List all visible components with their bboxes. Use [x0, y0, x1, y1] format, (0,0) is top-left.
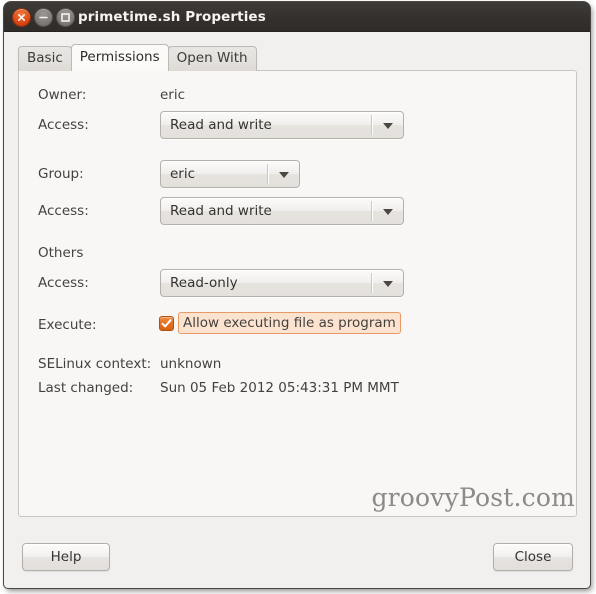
dropdown-separator [371, 273, 373, 293]
owner-value: eric [160, 87, 186, 103]
last-changed-value: Sun 05 Feb 2012 05:43:31 PM MMT [160, 380, 399, 396]
group-access-dropdown-value: Read and write [170, 203, 272, 219]
permissions-panel: Owner: eric Access: Read and write Group… [18, 70, 577, 517]
checkmark-icon [161, 319, 172, 328]
chevron-down-icon [383, 209, 393, 215]
selinux-context-label: SELinux context: [38, 356, 152, 372]
dropdown-separator [267, 164, 269, 184]
close-window-button[interactable] [13, 9, 30, 26]
group-label: Group: [38, 166, 84, 182]
last-changed-label: Last changed: [38, 380, 134, 396]
minimize-window-button[interactable] [35, 9, 52, 26]
owner-access-dropdown[interactable]: Read and write [160, 111, 404, 139]
group-dropdown[interactable]: eric [160, 160, 300, 188]
tab-open-with[interactable]: Open With [167, 46, 257, 71]
owner-access-label: Access: [38, 117, 89, 133]
close-icon [18, 14, 25, 21]
others-access-dropdown-value: Read-only [170, 275, 238, 291]
maximize-icon [61, 13, 70, 22]
others-label: Others [38, 245, 84, 261]
execute-checkbox[interactable] [159, 316, 174, 331]
tab-basic[interactable]: Basic [18, 46, 72, 71]
execute-checkbox-label[interactable]: Allow executing file as program [178, 312, 401, 334]
group-dropdown-value: eric [170, 166, 196, 182]
title-bar[interactable]: primetime.sh Properties [4, 2, 590, 32]
close-dialog-button[interactable]: Close [493, 543, 573, 571]
watermark: groovyPost.com [371, 483, 575, 512]
chevron-down-icon [383, 281, 393, 287]
dropdown-separator [371, 201, 373, 221]
tab-strip: Basic Permissions Open With [18, 44, 257, 71]
chevron-down-icon [279, 172, 289, 178]
maximize-window-button[interactable] [57, 9, 74, 26]
owner-label: Owner: [38, 87, 87, 103]
minimize-icon [39, 16, 48, 19]
help-button[interactable]: Help [22, 543, 110, 571]
tab-permissions[interactable]: Permissions [70, 44, 169, 71]
others-access-dropdown[interactable]: Read-only [160, 269, 404, 297]
group-access-dropdown[interactable]: Read and write [160, 197, 404, 225]
execute-label: Execute: [38, 317, 97, 333]
chevron-down-icon [383, 123, 393, 129]
dropdown-separator [371, 115, 373, 135]
selinux-context-value: unknown [160, 356, 222, 372]
others-access-label: Access: [38, 275, 89, 291]
window-title: primetime.sh Properties [78, 9, 266, 25]
properties-window: primetime.sh Properties Basic Permission… [4, 2, 590, 588]
group-access-label: Access: [38, 203, 89, 219]
owner-access-dropdown-value: Read and write [170, 117, 272, 133]
